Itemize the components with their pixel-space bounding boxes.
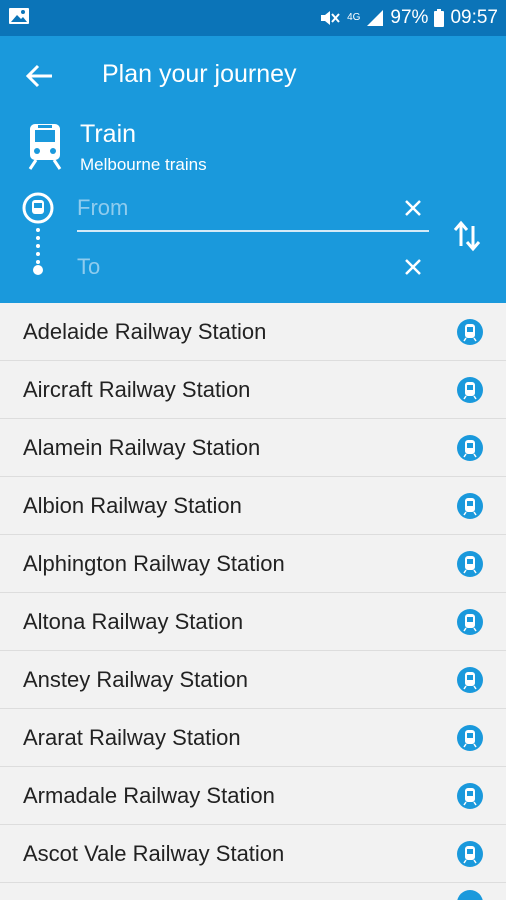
- mute-icon: [319, 8, 341, 28]
- battery-icon: [434, 9, 445, 27]
- from-input[interactable]: [77, 195, 377, 221]
- mode-subtitle: Melbourne trains: [80, 155, 207, 174]
- close-icon: [405, 259, 421, 275]
- train-station-icon: [457, 434, 483, 461]
- station-name: Alphington Railway Station: [23, 550, 285, 576]
- train-station-icon: [457, 550, 483, 577]
- train-station-icon: [457, 608, 483, 635]
- network-type: 4G: [347, 12, 361, 23]
- station-name: Altona Railway Station: [23, 608, 244, 634]
- station-name: Albion Railway Station: [23, 492, 242, 518]
- journey-header: Plan your journey Train Melbourne trains: [0, 36, 506, 303]
- station-name: Adelaide Railway Station: [23, 318, 267, 344]
- signal-icon: [366, 9, 384, 27]
- clear-from-button[interactable]: [399, 194, 427, 222]
- station-name: Armadale Railway Station: [23, 782, 275, 808]
- battery-percent: 97%: [390, 7, 429, 28]
- back-button[interactable]: [22, 58, 58, 94]
- clear-to-button[interactable]: [399, 253, 427, 281]
- station-list: Adelaide Railway Station Aircraft Railwa…: [0, 303, 506, 900]
- list-item[interactable]: Ararat Railway Station: [0, 709, 506, 767]
- station-name: Ararat Railway Station: [23, 724, 241, 750]
- station-name: Aircraft Railway Station: [23, 376, 251, 402]
- train-station-icon: [457, 666, 483, 693]
- list-item[interactable]: Albion Railway Station: [0, 477, 506, 535]
- page-title: Plan your journey: [102, 60, 297, 88]
- swap-button[interactable]: [451, 218, 483, 254]
- from-field[interactable]: [77, 186, 429, 232]
- train-station-icon: [457, 376, 483, 403]
- station-name: Ascot Vale Railway Station: [23, 840, 285, 866]
- train-station-icon: [457, 318, 483, 345]
- route-line: [22, 192, 54, 287]
- to-input[interactable]: [77, 254, 377, 280]
- train-station-icon: [457, 782, 483, 809]
- list-item[interactable]: Aircraft Railway Station: [0, 361, 506, 419]
- list-item[interactable]: Adelaide Railway Station: [0, 303, 506, 361]
- train-station-icon: [457, 840, 483, 867]
- swap-vertical-icon: [453, 220, 481, 252]
- arrow-left-icon: [25, 64, 52, 88]
- clock: 09:57: [450, 7, 498, 28]
- list-item[interactable]: Alphington Railway Station: [0, 535, 506, 593]
- status-bar: 4G 97% 09:57: [0, 0, 506, 36]
- list-item[interactable]: Ascot Vale Railway Station: [0, 825, 506, 883]
- to-field[interactable]: [77, 244, 429, 290]
- list-item[interactable]: Alamein Railway Station: [0, 419, 506, 477]
- list-item[interactable]: Anstey Railway Station: [0, 651, 506, 709]
- close-icon: [405, 200, 421, 216]
- station-name: Anstey Railway Station: [23, 666, 248, 692]
- station-name: Alamein Railway Station: [23, 434, 261, 460]
- train-station-icon: [457, 492, 483, 519]
- mode-name: Train: [80, 120, 137, 148]
- train-station-icon: [457, 724, 483, 751]
- list-item[interactable]: Armadale Railway Station: [0, 767, 506, 825]
- image-icon: [8, 7, 30, 30]
- train-station-icon: [457, 889, 483, 900]
- train-icon: [26, 122, 64, 175]
- list-item[interactable]: Altona Railway Station: [0, 593, 506, 651]
- list-item[interactable]: [0, 883, 506, 900]
